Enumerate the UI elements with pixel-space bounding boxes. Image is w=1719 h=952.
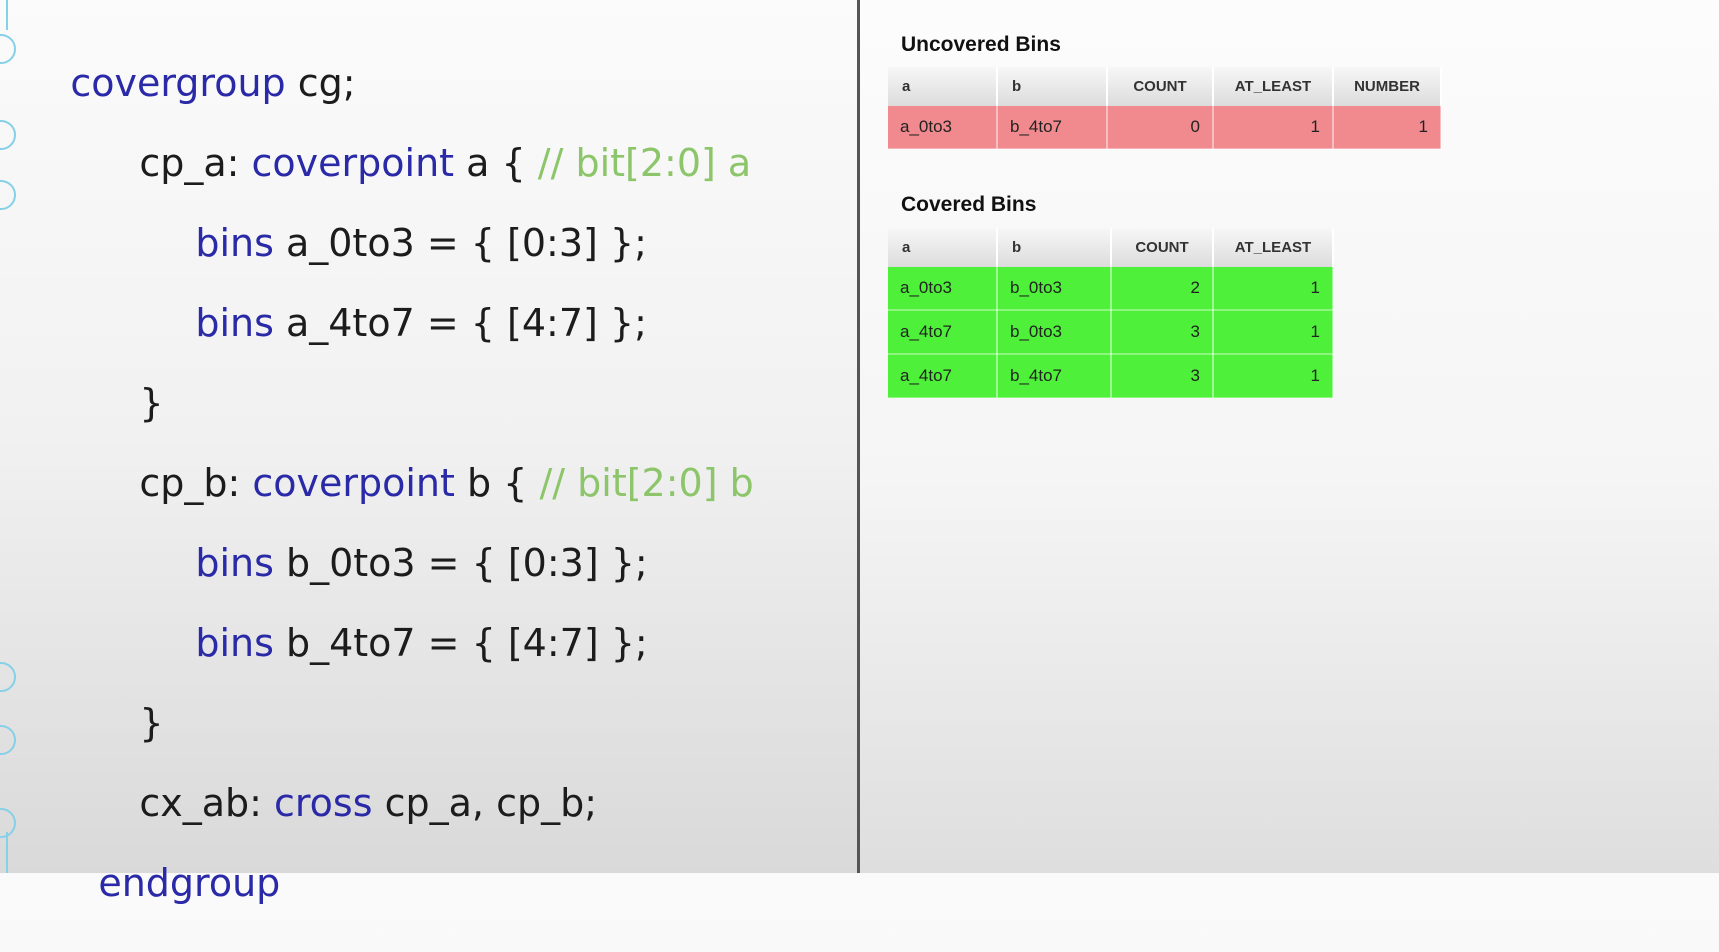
keyword: bins bbox=[195, 301, 274, 345]
table-row: a_0to3 b_4to7 0 1 1 bbox=[888, 106, 1442, 150]
cell-count: 3 bbox=[1111, 310, 1214, 355]
binder-ring-decoration bbox=[0, 180, 16, 210]
cell-count: 0 bbox=[1107, 106, 1214, 150]
cell-count: 2 bbox=[1111, 267, 1214, 311]
cell-at-least: 1 bbox=[1213, 354, 1334, 399]
cell-b: b_4to7 bbox=[997, 354, 1112, 399]
column-header-count: COUNT bbox=[1107, 67, 1214, 106]
binder-ring-decoration bbox=[0, 34, 16, 64]
code-text: cp_a, cp_b; bbox=[372, 781, 598, 825]
keyword: cross bbox=[274, 781, 373, 825]
code-line-bins-a-4to7: bins a_4to7 = { [4:7] }; bbox=[147, 254, 647, 392]
covered-bins-table: a b COUNT AT_LEAST a_0to3 b_0to3 2 1 a_4… bbox=[888, 228, 1334, 399]
covered-bins-title: Covered Bins bbox=[901, 193, 1037, 216]
cell-b: b_0to3 bbox=[997, 310, 1112, 355]
table-row: a_4to7 b_0to3 3 1 bbox=[888, 310, 1334, 355]
uncovered-bins-title: Uncovered Bins bbox=[901, 33, 1061, 56]
column-header-at-least: AT_LEAST bbox=[1213, 228, 1334, 267]
code-line-bins-b-4to7: bins b_4to7 = { [4:7] }; bbox=[147, 574, 648, 712]
binder-line-decoration bbox=[6, 832, 8, 873]
cell-a: a_0to3 bbox=[888, 267, 998, 311]
binder-ring-decoration bbox=[0, 662, 16, 692]
binder-line-decoration bbox=[6, 0, 8, 30]
column-header-a: a bbox=[888, 228, 998, 267]
table-row: a_4to7 b_4to7 3 1 bbox=[888, 354, 1334, 399]
keyword: bins bbox=[195, 621, 274, 665]
coverage-report-panel: Uncovered Bins a b COUNT AT_LEAST NUMBER… bbox=[860, 0, 1719, 873]
table-header-row: a b COUNT AT_LEAST bbox=[888, 228, 1334, 267]
column-header-count: COUNT bbox=[1111, 228, 1214, 267]
column-header-number: NUMBER bbox=[1333, 67, 1442, 106]
cell-at-least: 1 bbox=[1213, 267, 1334, 311]
table-row: a_0to3 b_0to3 2 1 bbox=[888, 267, 1334, 311]
cell-b: b_4to7 bbox=[997, 106, 1108, 150]
code-panel: covergroup cg; cp_a: coverpoint a { // b… bbox=[0, 0, 857, 905]
cell-a: a_4to7 bbox=[888, 310, 998, 355]
keyword: endgroup bbox=[98, 861, 281, 905]
binder-ring-decoration bbox=[0, 120, 16, 150]
code-line-endgroup: endgroup bbox=[50, 814, 280, 952]
column-header-a: a bbox=[888, 67, 998, 106]
code-text: b_4to7 = { [4:7] }; bbox=[273, 621, 648, 665]
cell-a: a_4to7 bbox=[888, 354, 998, 399]
binder-ring-decoration bbox=[0, 725, 16, 755]
cell-at-least: 1 bbox=[1213, 310, 1334, 355]
uncovered-bins-table: a b COUNT AT_LEAST NUMBER a_0to3 b_4to7 … bbox=[888, 67, 1442, 150]
column-header-b: b bbox=[997, 67, 1108, 106]
binder-ring-decoration bbox=[0, 808, 16, 838]
cell-number: 1 bbox=[1333, 106, 1442, 150]
cell-a: a_0to3 bbox=[888, 106, 998, 150]
column-header-at-least: AT_LEAST bbox=[1213, 67, 1334, 106]
code-text: a_4to7 = { [4:7] }; bbox=[273, 301, 647, 345]
cell-b: b_0to3 bbox=[997, 267, 1112, 311]
cell-at-least: 1 bbox=[1213, 106, 1334, 150]
table-header-row: a b COUNT AT_LEAST NUMBER bbox=[888, 67, 1442, 106]
column-header-b: b bbox=[997, 228, 1112, 267]
cell-count: 3 bbox=[1111, 354, 1214, 399]
